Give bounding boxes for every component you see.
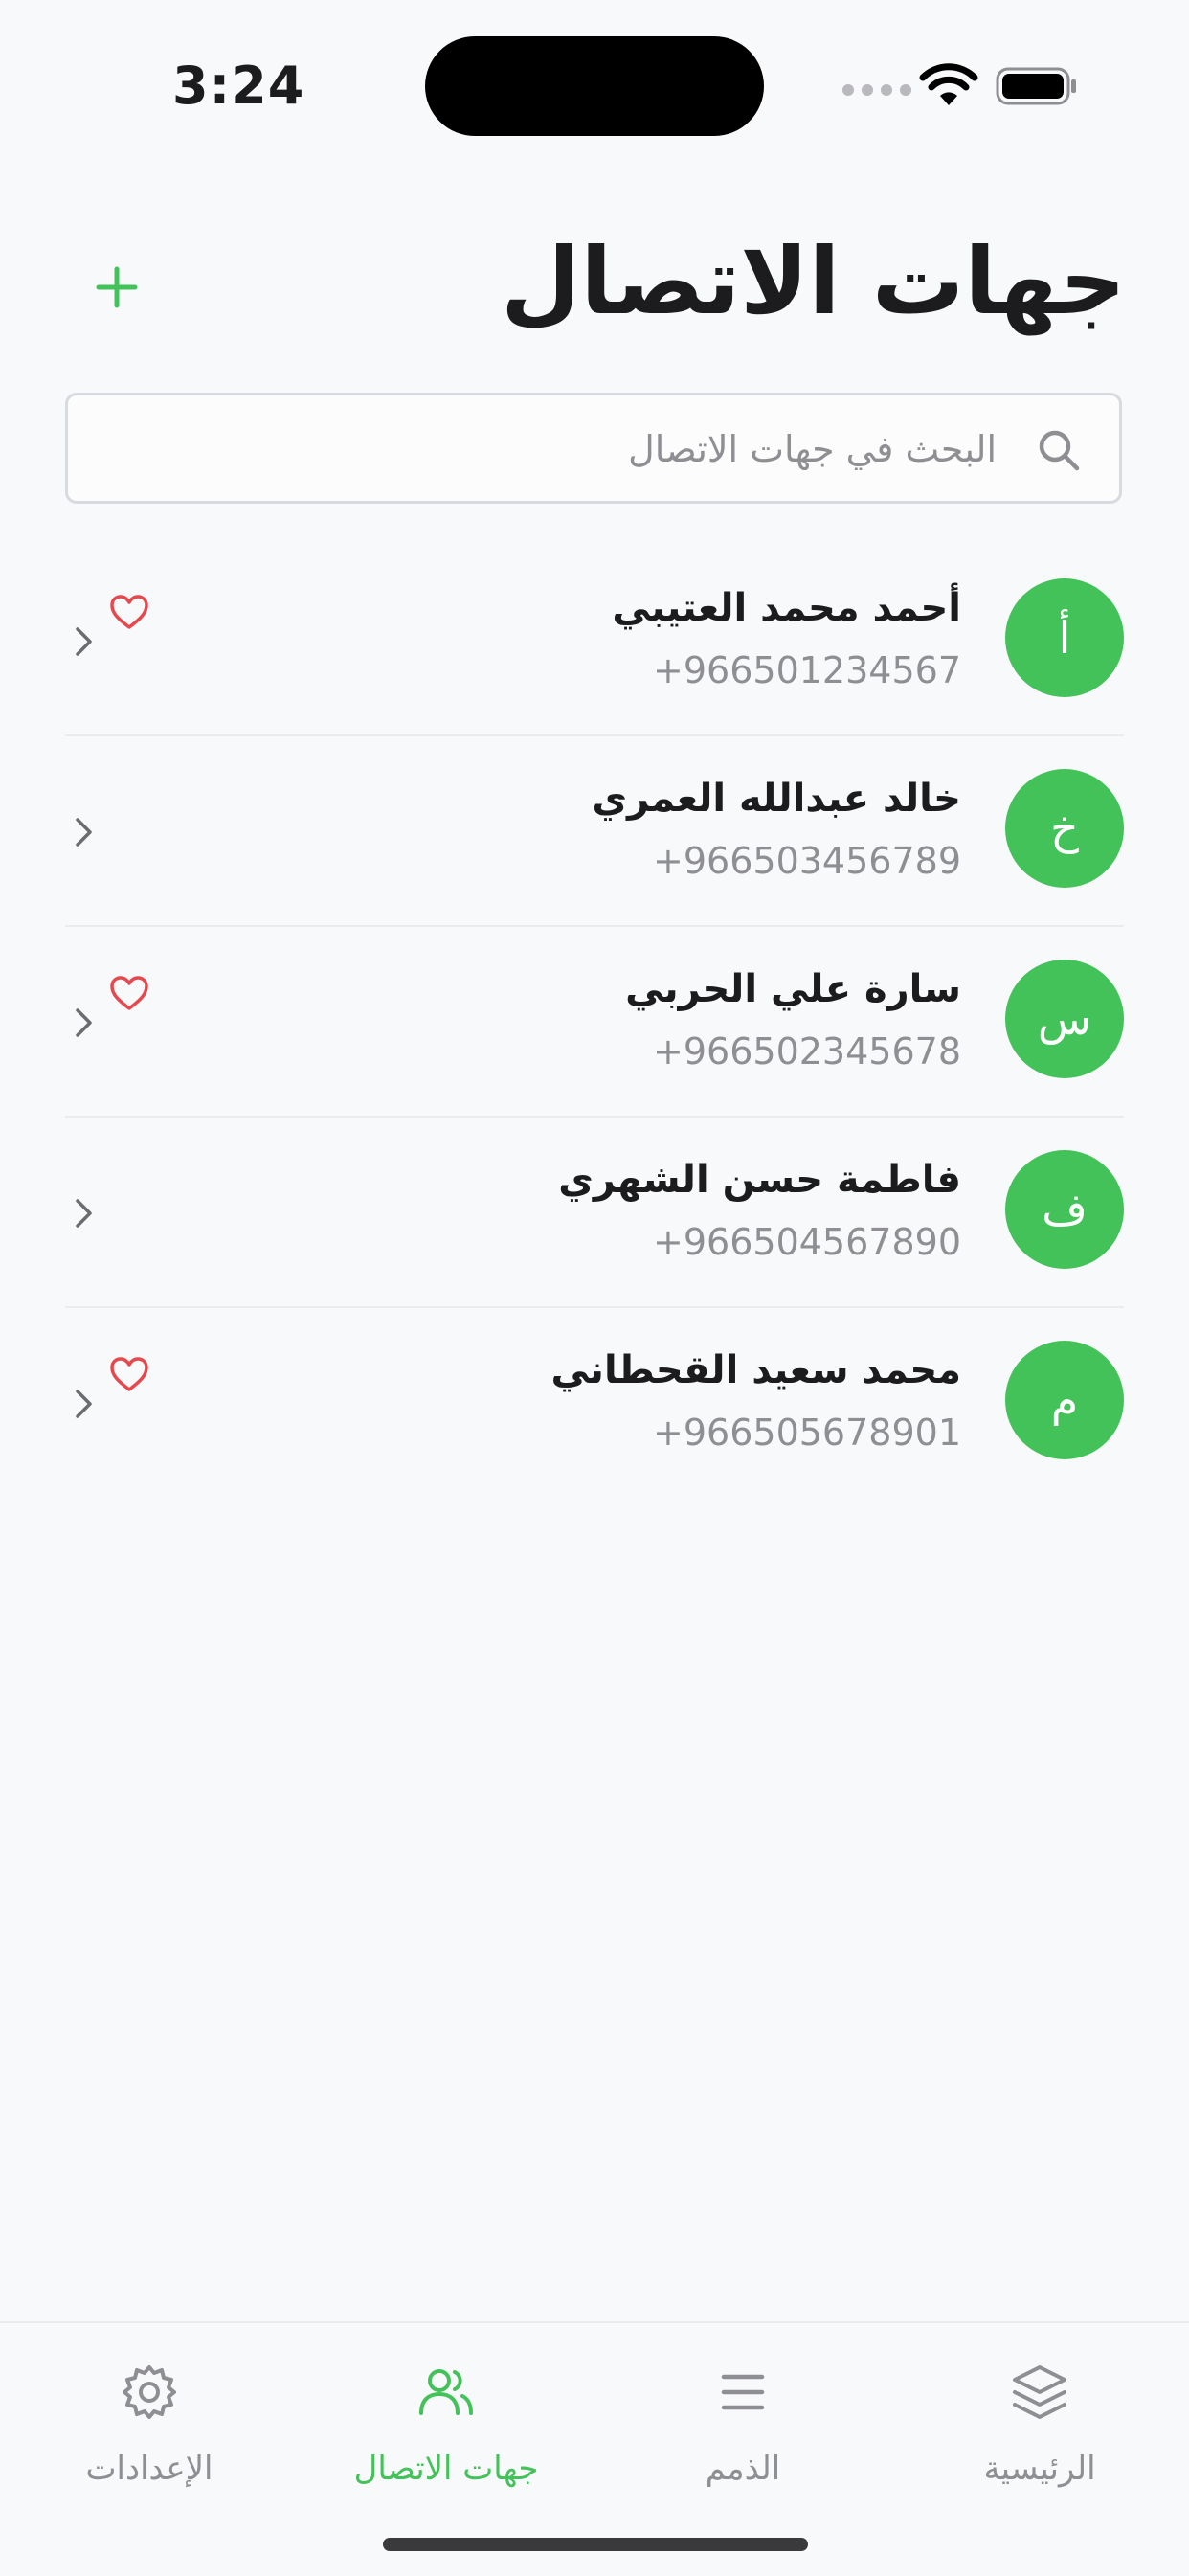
avatar: س <box>1005 960 1124 1078</box>
contact-name: أحمد محمد العتيبي <box>612 586 961 630</box>
contact-row[interactable]: س سارة علي الحربي +966502345678 <box>65 927 1124 1118</box>
contact-phone: +966502345678 <box>653 1030 961 1073</box>
avatar: أ <box>1005 578 1124 697</box>
chevron-right-icon <box>76 818 92 847</box>
menu-icon <box>721 2374 765 2410</box>
chevron-right-icon <box>76 1390 92 1418</box>
contact-name: محمد سعيد القحطاني <box>550 1348 961 1392</box>
status-bar: 3:24 <box>0 0 1189 172</box>
chevron-right-icon <box>76 627 92 656</box>
tab-receivables[interactable]: الذمم <box>599 2361 886 2505</box>
avatar: م <box>1005 1341 1124 1459</box>
plus-icon <box>96 266 138 308</box>
chevron-right-icon <box>76 1199 92 1228</box>
contact-name: سارة علي الحربي <box>625 967 961 1011</box>
home-indicator <box>383 2538 808 2551</box>
tab-contacts[interactable]: جهات الاتصال <box>303 2361 590 2505</box>
wifi-icon <box>919 63 978 105</box>
cellular-signal-icon <box>842 84 911 96</box>
tab-label: الإعدادات <box>85 2450 213 2488</box>
users-icon <box>419 2369 473 2415</box>
battery-icon <box>996 67 1076 105</box>
chevron-right-icon <box>76 1008 92 1037</box>
tab-settings[interactable]: الإعدادات <box>6 2361 293 2505</box>
contact-name: خالد عبدالله العمري <box>592 777 961 821</box>
page-title: جهات الاتصال <box>501 228 1126 335</box>
contact-phone: +966501234567 <box>653 649 961 691</box>
avatar: خ <box>1005 769 1124 888</box>
contact-row[interactable]: ف فاطمة حسن الشهري +966504567890 <box>65 1118 1124 1308</box>
gear-icon <box>123 2365 176 2419</box>
contact-name: فاطمة حسن الشهري <box>558 1158 961 1202</box>
tab-home[interactable]: الرئيسية <box>896 2361 1183 2505</box>
favorite-heart-icon[interactable] <box>109 975 149 1011</box>
avatar: ف <box>1005 1150 1124 1269</box>
search-icon <box>1039 430 1080 471</box>
tab-label: جهات الاتصال <box>353 2450 539 2488</box>
contact-phone: +966505678901 <box>653 1412 961 1454</box>
dynamic-island <box>425 36 764 136</box>
status-time: 3:24 <box>172 56 305 116</box>
contact-phone: +966504567890 <box>653 1221 961 1263</box>
contact-phone: +966503456789 <box>653 840 961 882</box>
contact-list: أ أحمد محمد العتيبي +966501234567 خ خالد… <box>65 546 1124 1497</box>
search-input[interactable] <box>133 395 998 503</box>
tab-label: الذمم <box>705 2450 781 2488</box>
favorite-heart-icon[interactable] <box>109 594 149 630</box>
contact-row[interactable]: خ خالد عبدالله العمري +966503456789 <box>65 736 1124 927</box>
contact-row[interactable]: م محمد سعيد القحطاني +966505678901 <box>65 1308 1124 1497</box>
contact-row[interactable]: أ أحمد محمد العتيبي +966501234567 <box>65 546 1124 736</box>
layers-icon <box>1013 2365 1066 2419</box>
tab-label: الرئيسية <box>983 2450 1096 2488</box>
search-box[interactable] <box>65 393 1122 504</box>
add-contact-button[interactable] <box>88 259 146 316</box>
favorite-heart-icon[interactable] <box>109 1356 149 1392</box>
